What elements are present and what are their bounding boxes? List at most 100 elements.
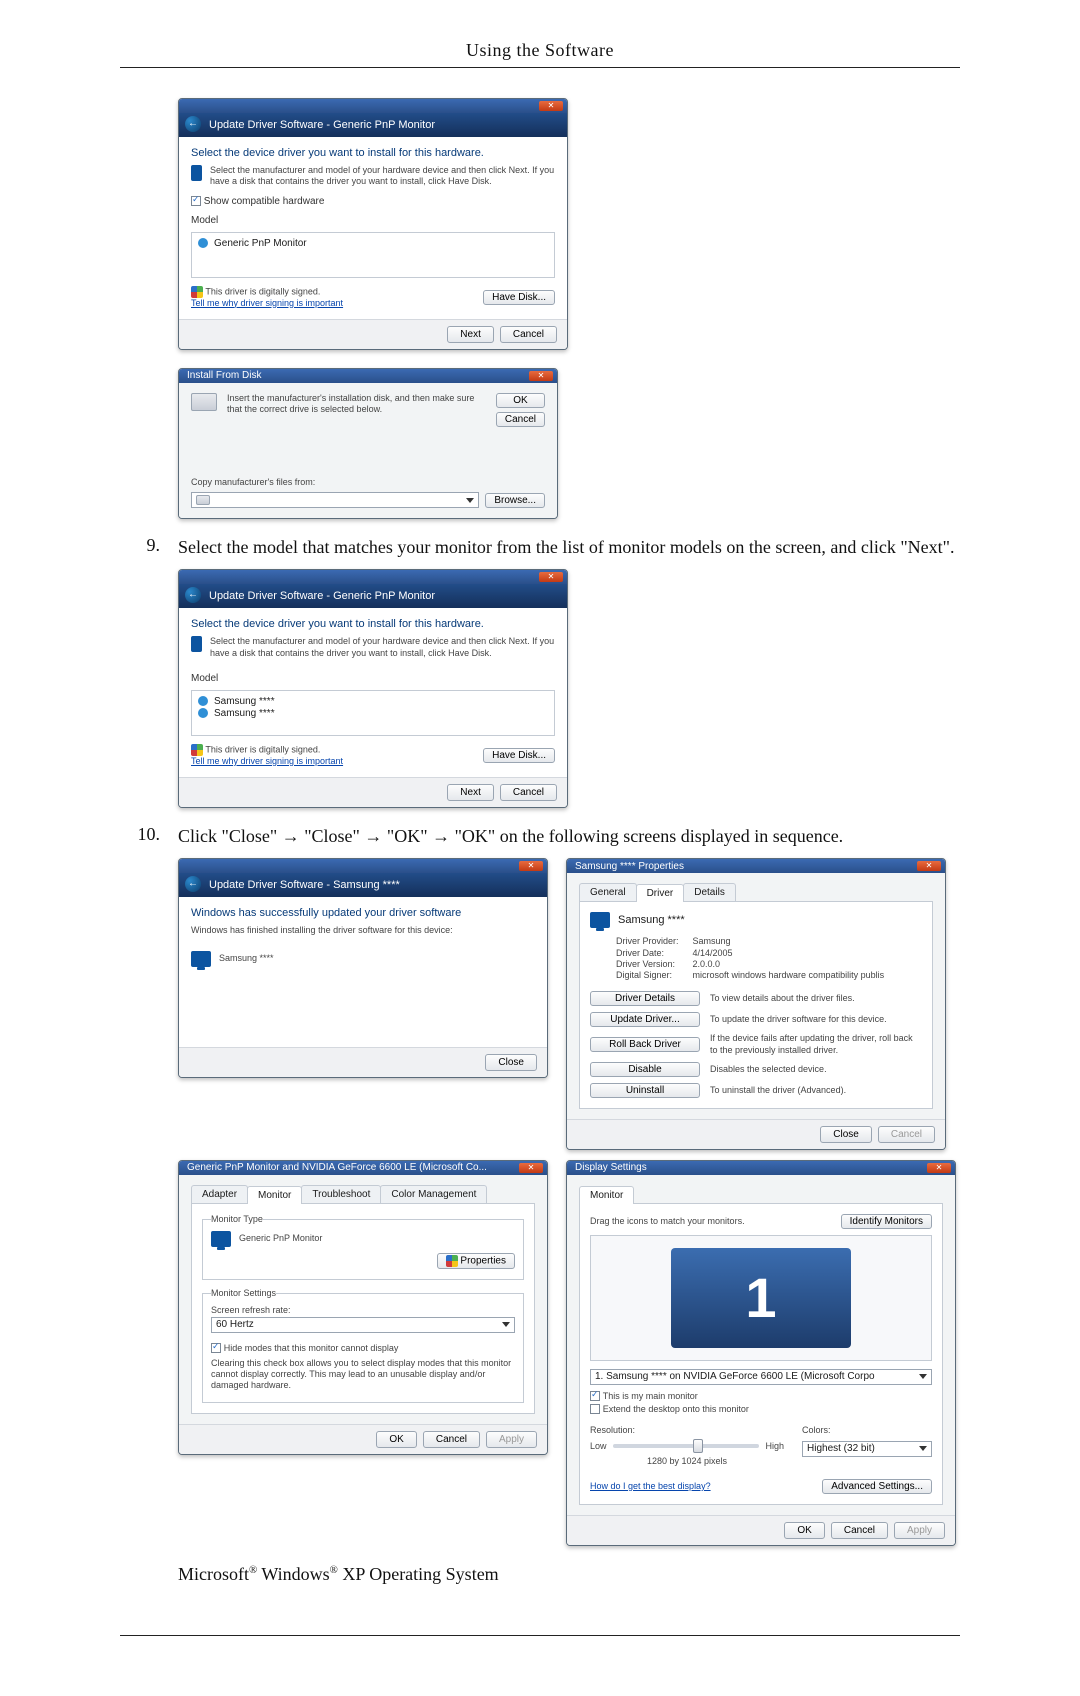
main-monitor-label: This is my main monitor <box>603 1391 698 1401</box>
cancel-button[interactable]: Cancel <box>500 326 557 343</box>
monitor-preview[interactable]: 1 <box>671 1248 851 1348</box>
back-icon[interactable]: ← <box>185 876 201 892</box>
rollback-button[interactable]: Roll Back Driver <box>590 1037 700 1052</box>
signed-label: This driver is digitally signed. <box>205 286 320 296</box>
value: 4/14/2005 <box>693 948 885 959</box>
disable-button[interactable]: Disable <box>590 1062 700 1077</box>
uninstall-text: To uninstall the driver (Advanced). <box>710 1085 922 1096</box>
resolution-slider[interactable] <box>613 1444 760 1448</box>
cancel-button[interactable]: Cancel <box>831 1522 888 1539</box>
step-text: Select the model that matches your monit… <box>178 535 955 559</box>
close-icon[interactable]: ✕ <box>539 572 563 582</box>
cancel-button[interactable]: Cancel <box>496 412 545 427</box>
ok-button[interactable]: OK <box>496 393 545 408</box>
properties-label: Properties <box>460 1256 506 1267</box>
have-disk-button[interactable]: Have Disk... <box>483 748 555 763</box>
cancel-button[interactable]: Cancel <box>423 1431 480 1448</box>
apply-button: Apply <box>486 1431 537 1448</box>
tab-monitor[interactable]: Monitor <box>247 1186 302 1204</box>
breadcrumb: Update Driver Software - Generic PnP Mon… <box>209 119 435 131</box>
ok-button[interactable]: OK <box>376 1431 416 1448</box>
step-number: 9. <box>120 535 160 556</box>
back-icon[interactable]: ← <box>185 587 201 603</box>
window-update-driver-1: ✕ ← Update Driver Software - Generic PnP… <box>178 98 568 350</box>
best-display-link[interactable]: How do I get the best display? <box>590 1481 711 1492</box>
back-icon[interactable]: ← <box>185 116 201 132</box>
tab-adapter[interactable]: Adapter <box>191 1185 248 1203</box>
next-button[interactable]: Next <box>447 784 494 801</box>
compat-label: Show compatible hardware <box>204 196 325 207</box>
success-heading: Windows has successfully updated your dr… <box>191 907 535 919</box>
close-button[interactable]: Close <box>485 1054 537 1071</box>
path-dropdown[interactable] <box>191 492 479 508</box>
chevron-down-icon <box>466 498 474 503</box>
update-driver-button[interactable]: Update Driver... <box>590 1012 700 1027</box>
compat-checkbox[interactable] <box>191 196 201 206</box>
monitor-icon <box>198 696 208 706</box>
shield-icon <box>191 286 203 298</box>
drag-label: Drag the icons to match your monitors. <box>590 1216 745 1227</box>
advanced-settings-button[interactable]: Advanced Settings... <box>822 1479 932 1494</box>
close-icon[interactable]: ✕ <box>519 861 543 871</box>
window-update-driver-2: ✕ ← Update Driver Software - Generic PnP… <box>178 569 568 808</box>
signed-label: This driver is digitally signed. <box>205 744 320 754</box>
monitor-select-dropdown[interactable]: 1. Samsung **** on NVIDIA GeForce 6600 L… <box>590 1369 932 1385</box>
list-item[interactable]: Samsung **** <box>214 696 275 707</box>
tab-driver[interactable]: Driver <box>636 884 685 902</box>
monitor-type-value: Generic PnP Monitor <box>239 1233 322 1244</box>
tab-troubleshoot[interactable]: Troubleshoot <box>301 1185 381 1203</box>
breadcrumb: Update Driver Software - Samsung **** <box>209 879 400 891</box>
hide-modes-desc: Clearing this check box allows you to se… <box>211 1358 515 1392</box>
label: Driver Date: <box>616 948 693 959</box>
close-icon[interactable]: ✕ <box>529 371 553 381</box>
close-icon[interactable]: ✕ <box>917 861 941 871</box>
wizard-heading: Select the device driver you want to ins… <box>191 618 555 630</box>
list-item[interactable]: Samsung **** <box>214 708 275 719</box>
apply-button: Apply <box>894 1522 945 1539</box>
tab-details[interactable]: Details <box>683 883 736 901</box>
hide-modes-checkbox[interactable] <box>211 1343 221 1353</box>
value: microsoft windows hardware compatibility… <box>693 970 885 981</box>
close-icon[interactable]: ✕ <box>927 1163 951 1173</box>
shield-icon <box>191 744 203 756</box>
uninstall-button[interactable]: Uninstall <box>590 1083 700 1098</box>
dialog-desc: Insert the manufacturer's installation d… <box>227 393 486 416</box>
window-update-success: ✕ ← Update Driver Software - Samsung ***… <box>178 858 548 1078</box>
group-monitor-settings: Monitor Settings <box>211 1288 276 1299</box>
rollback-text: If the device fails after updating the d… <box>710 1033 922 1056</box>
disable-text: Disables the selected device. <box>710 1064 922 1075</box>
tab-color-management[interactable]: Color Management <box>380 1185 487 1203</box>
ok-button[interactable]: OK <box>784 1522 824 1539</box>
model-list[interactable]: Samsung **** Samsung **** <box>191 690 555 736</box>
label: Driver Version: <box>616 959 693 970</box>
close-icon[interactable]: ✕ <box>539 101 563 111</box>
value: Samsung <box>693 936 885 947</box>
properties-button[interactable]: Properties <box>437 1253 515 1269</box>
identify-button[interactable]: Identify Monitors <box>841 1214 932 1229</box>
model-list[interactable]: Generic PnP Monitor <box>191 232 555 278</box>
tab-general[interactable]: General <box>579 883 637 901</box>
tab-monitor[interactable]: Monitor <box>579 1186 634 1204</box>
device-name: Samsung **** <box>219 953 274 964</box>
close-icon[interactable]: ✕ <box>519 1163 543 1173</box>
colors-label: Colors: <box>802 1425 932 1436</box>
monitor-select-value: 1. Samsung **** on NVIDIA GeForce 6600 L… <box>595 1371 875 1382</box>
list-item[interactable]: Generic PnP Monitor <box>214 238 307 249</box>
next-button[interactable]: Next <box>447 326 494 343</box>
cancel-button[interactable]: Cancel <box>500 784 557 801</box>
have-disk-button[interactable]: Have Disk... <box>483 290 555 305</box>
browse-button[interactable]: Browse... <box>485 493 545 508</box>
window-display-settings: Display Settings ✕ Monitor Drag the icon… <box>566 1160 956 1546</box>
colors-dropdown[interactable]: Highest (32 bit) <box>802 1441 932 1457</box>
refresh-dropdown[interactable]: 60 Hertz <box>211 1317 515 1333</box>
signing-link[interactable]: Tell me why driver signing is important <box>191 298 343 308</box>
breadcrumb: Update Driver Software - Generic PnP Mon… <box>209 590 435 602</box>
window-monitor-properties: Generic PnP Monitor and NVIDIA GeForce 6… <box>178 1160 548 1455</box>
close-button[interactable]: Close <box>820 1126 872 1143</box>
monitor-icon <box>191 951 211 967</box>
chevron-down-icon <box>919 1374 927 1379</box>
driver-details-button[interactable]: Driver Details <box>590 991 700 1006</box>
chevron-down-icon <box>919 1446 927 1451</box>
monitor-icon <box>590 912 610 928</box>
signing-link[interactable]: Tell me why driver signing is important <box>191 756 343 766</box>
